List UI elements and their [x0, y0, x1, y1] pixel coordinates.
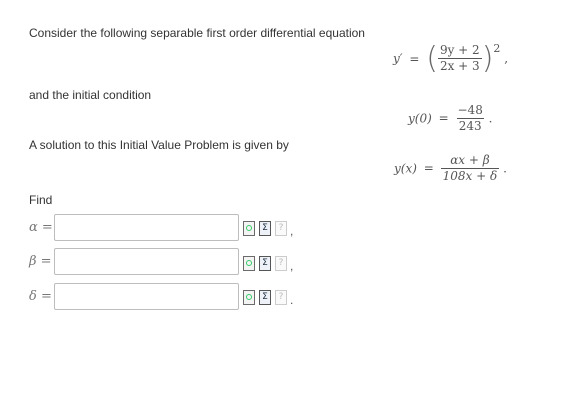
solution-fraction: αx + β 108x + δ — [440, 153, 500, 184]
alpha-trailing: , — [290, 224, 294, 238]
help-icon[interactable]: ? — [275, 221, 287, 236]
right-paren: ) — [481, 41, 494, 76]
beta-trailing: , — [290, 259, 294, 273]
intro-text: Consider the following separable first o… — [29, 26, 365, 40]
equation-equals: = — [409, 51, 420, 66]
initial-condition-equals: = — [438, 111, 449, 126]
beta-label: β = — [29, 254, 52, 269]
beta-symbol: β — [29, 254, 37, 269]
differential-equation: y′ = (9y + 2 2x + 3)2 , — [393, 41, 509, 76]
equation-numerator: 9y + 2 — [439, 43, 480, 58]
help-icon[interactable]: ? — [275, 290, 287, 305]
solution-equals: = — [423, 161, 434, 176]
alpha-input[interactable] — [54, 214, 239, 241]
preview-icon[interactable] — [243, 290, 255, 305]
preview-icon[interactable] — [243, 256, 255, 271]
delta-equals: = — [40, 289, 52, 304]
initial-condition: y(0) = −48 243 . — [408, 103, 493, 134]
solution-denominator: 108x + δ — [440, 167, 500, 183]
initial-condition-denominator: 243 — [456, 117, 484, 133]
equation-editor-icon[interactable]: Σ — [259, 290, 271, 305]
solution-numerator: αx + β — [450, 153, 490, 167]
equation-fraction: 9y + 2 2x + 3 — [437, 43, 482, 74]
delta-symbol: δ — [29, 289, 37, 304]
find-text: Find — [29, 193, 53, 207]
equation-denominator: 2x + 3 — [437, 58, 482, 73]
initial-condition-trailing: . — [488, 111, 493, 126]
solution-trailing: . — [503, 161, 507, 176]
solution-text: A solution to this Initial Value Problem… — [29, 138, 289, 152]
equation-trailing: , — [504, 51, 509, 66]
delta-input[interactable] — [54, 283, 239, 310]
initial-condition-fraction: −48 243 — [456, 103, 485, 134]
preview-icon[interactable] — [243, 221, 255, 236]
beta-equals: = — [40, 254, 52, 269]
delta-label: δ = — [29, 289, 52, 304]
delta-trailing: . — [290, 293, 294, 307]
equation-editor-icon[interactable]: Σ — [259, 256, 271, 271]
initial-condition-numerator: −48 — [457, 103, 483, 117]
alpha-equals: = — [41, 220, 53, 235]
left-paren: ( — [426, 41, 438, 76]
beta-input[interactable] — [54, 248, 239, 275]
equation-editor-icon[interactable]: Σ — [259, 221, 271, 236]
solution-lhs: y(x) — [394, 161, 417, 176]
initial-condition-lhs: y(0) — [408, 111, 432, 126]
initial-condition-text: and the initial condition — [29, 88, 152, 102]
equation-exponent: 2 — [493, 41, 501, 55]
help-icon[interactable]: ? — [275, 256, 287, 271]
equation-lhs: y′ — [393, 51, 403, 66]
alpha-symbol: α — [29, 220, 38, 235]
alpha-label: α = — [29, 220, 53, 235]
solution-form: y(x) = αx + β 108x + δ . — [394, 153, 507, 184]
